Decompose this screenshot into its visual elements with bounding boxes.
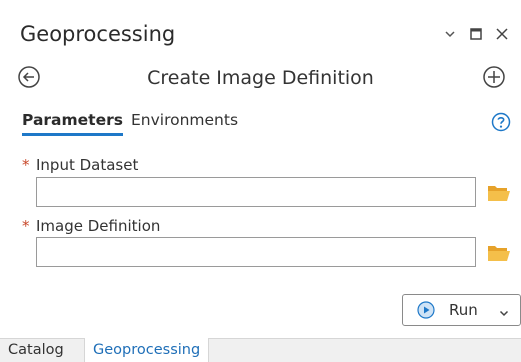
tab-catalog[interactable]: Catalog: [0, 338, 72, 362]
help-icon[interactable]: [491, 112, 511, 132]
close-icon[interactable]: [493, 25, 511, 43]
tool-title: Create Image Definition: [147, 67, 374, 89]
pane-title-bar: Geoprocessing: [0, 0, 521, 56]
maximize-icon[interactable]: [467, 25, 485, 43]
input-dataset-field[interactable]: [36, 177, 476, 207]
run-button-label: Run: [449, 301, 478, 319]
tool-header: Create Image Definition: [0, 56, 521, 96]
image-definition-field[interactable]: [36, 237, 476, 267]
chevron-down-icon[interactable]: [441, 25, 459, 43]
tab-geoprocessing[interactable]: Geoprocessing: [84, 338, 210, 362]
play-icon: [417, 301, 435, 319]
bottom-tab-bar: Catalog Geoprocessing: [0, 338, 521, 362]
folder-icon[interactable]: [487, 242, 511, 262]
required-marker: *: [22, 217, 30, 235]
run-button[interactable]: Run: [402, 294, 521, 326]
tool-tabs: Parameters Environments: [22, 108, 238, 136]
required-marker: *: [22, 156, 30, 174]
tab-parameters[interactable]: Parameters: [22, 108, 123, 136]
input-dataset-label: * Input Dataset: [22, 155, 138, 175]
tab-environments[interactable]: Environments: [131, 108, 238, 136]
folder-icon[interactable]: [487, 182, 511, 202]
geoprocessing-pane: Geoprocessing Create Image Definition Pa…: [0, 0, 521, 338]
image-definition-label: * Image Definition: [22, 216, 160, 236]
chevron-down-icon[interactable]: [498, 304, 510, 317]
window-controls: [441, 24, 511, 44]
image-definition-label-text: Image Definition: [36, 217, 161, 235]
input-dataset-label-text: Input Dataset: [36, 156, 139, 174]
add-circle-icon[interactable]: [481, 64, 507, 90]
pane-title: Geoprocessing: [20, 22, 176, 46]
